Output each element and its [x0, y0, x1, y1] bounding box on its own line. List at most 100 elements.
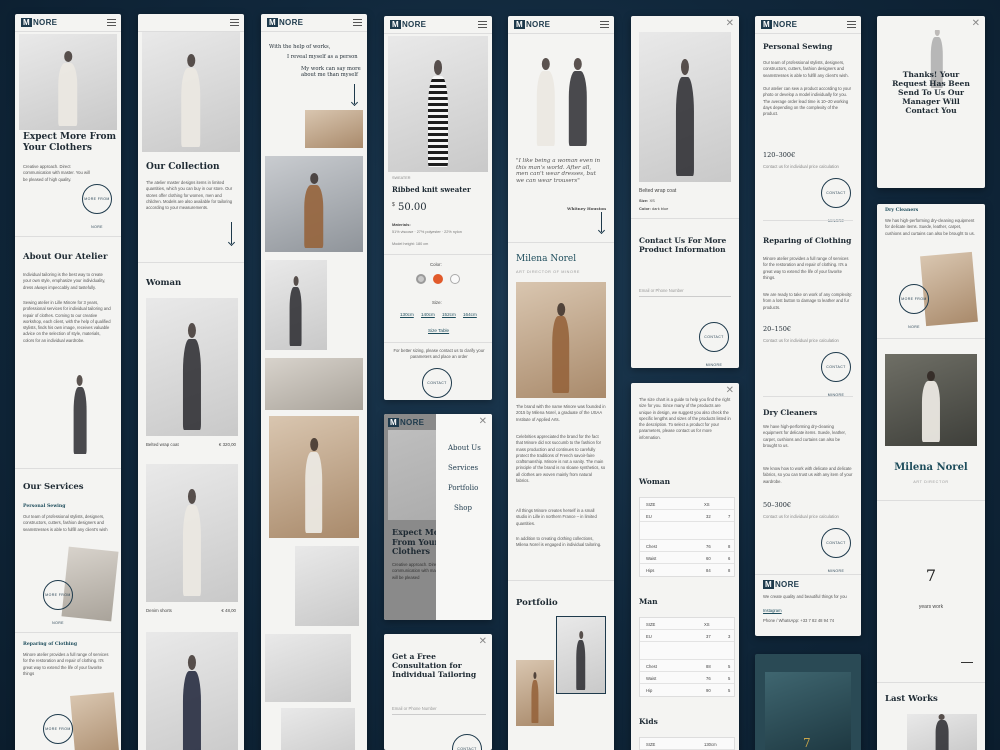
nav-shop[interactable]: Shop [454, 504, 472, 512]
teaser-number: 7 [803, 736, 811, 750]
portfolio-title: Portfolio [516, 598, 558, 608]
size-option-152[interactable]: 152cm [442, 312, 456, 317]
brand-logo[interactable]: M NORE [390, 20, 426, 29]
menu-icon[interactable] [847, 21, 856, 28]
designer-quote: "I like being a woman even in this man's… [516, 158, 601, 185]
nav-services[interactable]: Services [448, 464, 478, 472]
contact-minore-stamp[interactable]: CONTACT MINORE [452, 734, 482, 750]
portfolio-image-1[interactable] [556, 616, 606, 694]
dry-price-link[interactable]: Contact us for individual price calculat… [763, 514, 839, 519]
fit-text: For better sizing, please contact us to … [393, 348, 485, 360]
services-subtitle: Personal Sewing [23, 504, 66, 509]
contact-title: Contact Us For More Product Information [639, 236, 727, 254]
menu-icon[interactable] [353, 19, 362, 26]
scroll-arrow-icon[interactable] [354, 84, 355, 104]
menu-icon[interactable] [478, 21, 487, 28]
collection-text: The atelier master designs items in limi… [146, 180, 233, 211]
menu-backdrop: MNORE Expect More From Your Clothers Cre… [384, 414, 436, 620]
sewing-text-1: Our team of professional stylists, desig… [763, 60, 849, 78]
kids-size-title: Kids [639, 717, 658, 726]
next-arrow-icon[interactable] [961, 662, 973, 663]
size-option-140[interactable]: 140cm [421, 312, 435, 317]
brand-logo[interactable]: M NORE [388, 418, 424, 427]
consult-input[interactable]: Email or Phone Number [392, 706, 486, 716]
screen-size-chart: ✕ The size chart is a guide to help you … [631, 383, 739, 750]
close-icon[interactable]: ✕ [726, 385, 734, 396]
screen-open-menu: MNORE Expect More From Your Clothers Cre… [384, 414, 492, 620]
contact-minore-stamp-3[interactable]: CONTACT MINORE [821, 528, 851, 573]
quote-author: Whitney Houston [567, 206, 606, 211]
product-card-shorts[interactable] [146, 464, 238, 602]
menu-icon[interactable] [600, 21, 609, 28]
size-option-164[interactable]: 164cm [463, 312, 477, 317]
scroll-arrow-icon[interactable] [601, 212, 602, 232]
model-height: Model height: 180 cm [392, 242, 429, 246]
sewing-price-link[interactable]: Contact us for individual price calculat… [763, 164, 839, 169]
last-works-title: Last Works [885, 694, 938, 704]
color-swatch-grey[interactable] [416, 274, 426, 284]
size-label: Size: XS [639, 198, 655, 203]
dry-image [920, 251, 978, 327]
repair-image [70, 692, 120, 750]
more-from-nore-stamp-3: MORE FROM NORE [43, 714, 73, 744]
portfolio-image-2[interactable] [516, 660, 554, 726]
gallery-image-4 [265, 358, 363, 410]
menu-icon[interactable] [230, 19, 239, 26]
brand-logo[interactable]: M NORE [514, 20, 550, 29]
dry-text: We has high-performing dry-cleaning equi… [885, 218, 975, 236]
footer-logo[interactable]: M NORE [763, 580, 799, 589]
close-icon[interactable]: ✕ [972, 18, 980, 29]
brand-logo[interactable]: M NORE [267, 18, 303, 27]
sewing-title: Personal Sewing [763, 42, 833, 51]
contact-input[interactable]: Email or Phone Number [639, 288, 731, 298]
close-icon[interactable]: ✕ [726, 18, 734, 29]
about-text-1: Individual tailoring is the best way to … [23, 272, 106, 290]
product-name-coat[interactable]: Belted wrap coat [146, 442, 179, 447]
product-name-shorts[interactable]: Denim shorts [146, 608, 172, 613]
nav-about[interactable]: About Us [448, 444, 481, 452]
phone-text[interactable]: Phone / WhatsApp: +33 7 82 48 94 74 [763, 618, 857, 624]
size-table-link[interactable]: Size Table [428, 328, 449, 333]
designer-name: Milena Norel [516, 254, 577, 264]
repair-price-link[interactable]: Contact us for individual price calculat… [763, 338, 839, 343]
screen-dark-teaser: 7 [755, 654, 861, 750]
atelier-sketch [45, 370, 115, 458]
scroll-arrow-icon[interactable] [231, 222, 232, 244]
product-category: SWEATER [392, 176, 411, 180]
close-icon[interactable]: ✕ [479, 636, 487, 647]
brand-logo[interactable]: M NORE [761, 20, 797, 29]
about-title: About Our Atelier [23, 252, 108, 262]
sketch-image [522, 38, 602, 150]
hero-title: Expect More From Your Clothers [23, 132, 117, 153]
sewing-price: 120–300€ [763, 151, 796, 159]
sewing-image [61, 546, 119, 622]
contact-minore-stamp[interactable]: CONTACT MINORE [699, 322, 729, 367]
product-card-coat[interactable] [146, 298, 238, 436]
brand-logo[interactable]: M NORE [21, 18, 57, 27]
contact-minore-stamp-2[interactable]: CONTACT MINORE [821, 352, 851, 397]
gallery-image-2 [265, 156, 363, 252]
dry-title: Dry Cleaners [885, 208, 919, 213]
repair-text-2: We are ready to take on work of any comp… [763, 292, 853, 310]
about-text-2: Sewing atelier in Lille Minore for 3 yea… [23, 300, 111, 343]
color-swatch-orange[interactable] [433, 274, 443, 284]
product-price: 50.00 [398, 202, 427, 213]
color-swatch-white[interactable] [450, 274, 460, 284]
header: M NORE [755, 16, 861, 34]
dry-text-2: We know how to work with delicate and de… [763, 466, 853, 484]
repair-text-1: Minore atelier provides a full range of … [763, 256, 849, 280]
hero-text: Creative approach. Direct communication … [23, 164, 90, 182]
nav-portfolio[interactable]: Portfolio [448, 484, 478, 492]
product-title: Ribbed knit sweater [392, 185, 471, 194]
repair-title: Reparing of Clothing [23, 642, 78, 647]
last-works-image[interactable] [907, 714, 977, 750]
dry-title: Dry Cleaners [763, 408, 818, 417]
screen-consultation-form: ✕ Get a Free Consultation for Individual… [384, 634, 492, 750]
instagram-link[interactable]: Instagram [763, 608, 782, 614]
close-icon[interactable]: ✕ [479, 416, 487, 427]
product-card-dress[interactable] [146, 632, 238, 750]
contact-minore-stamp[interactable]: CONTACT MINORE [821, 178, 851, 223]
menu-icon[interactable] [107, 19, 116, 26]
contact-minore-stamp[interactable]: CONTACT MINORE [422, 368, 452, 398]
size-option-130[interactable]: 130cm [400, 312, 414, 317]
